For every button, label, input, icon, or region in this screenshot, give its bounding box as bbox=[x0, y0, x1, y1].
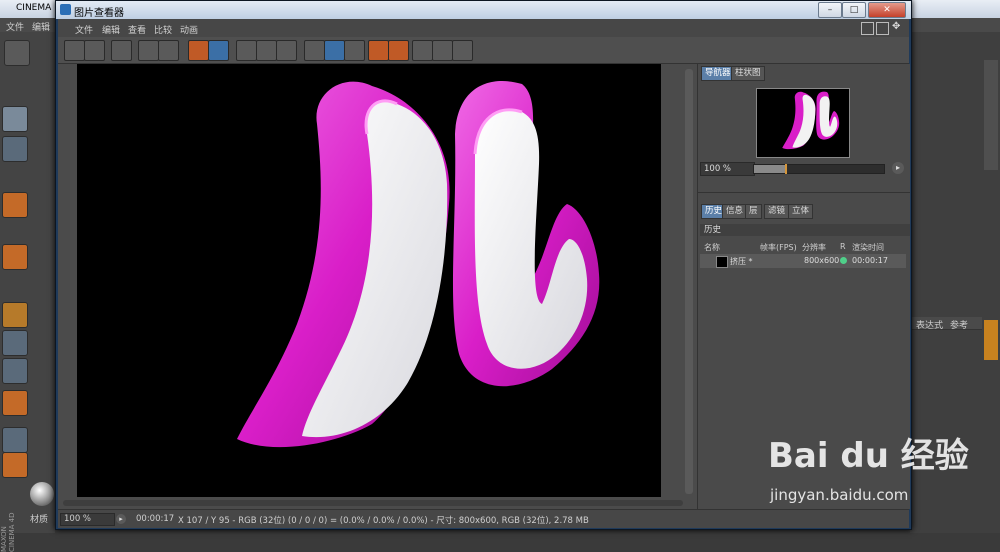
vertical-tab-strip[interactable] bbox=[984, 60, 998, 170]
history-row[interactable]: 挤压 * 800x600 00:00:17 bbox=[700, 254, 906, 268]
viewer-toolbar bbox=[58, 37, 909, 64]
cube-icon[interactable] bbox=[2, 106, 28, 132]
history-row-name: 挤压 * bbox=[730, 257, 753, 266]
history-row-resolution: 800x600 bbox=[804, 256, 840, 265]
snap-icon[interactable] bbox=[2, 358, 28, 384]
render-icon[interactable] bbox=[188, 40, 209, 61]
maxon-logo: MAXON CINEMA 4D bbox=[0, 512, 16, 552]
polygon-icon[interactable] bbox=[2, 136, 28, 162]
close-button[interactable]: ✕ bbox=[868, 2, 906, 18]
tab-expression[interactable]: 表达式 bbox=[916, 318, 943, 331]
swap-icon[interactable] bbox=[452, 40, 473, 61]
viewer-title: 图片查看器 bbox=[74, 8, 124, 19]
status-time: 00:00:17 bbox=[136, 514, 175, 524]
ab-alt-icon[interactable] bbox=[344, 40, 365, 61]
zoom-arrow-icon[interactable]: ▸ bbox=[892, 162, 904, 174]
tab-layers[interactable]: 层 bbox=[745, 204, 762, 219]
move-icon[interactable]: ✥ bbox=[892, 21, 900, 32]
lock-icon[interactable] bbox=[2, 427, 28, 453]
status-dot-icon bbox=[840, 257, 847, 264]
tab-reference[interactable]: 参考 bbox=[950, 318, 968, 331]
history-column-headers: 名称 帧率(FPS) 分辨率 R 渲染时间 bbox=[700, 240, 906, 252]
navigator-zoom-slider[interactable] bbox=[753, 164, 885, 174]
navigator-thumbnail[interactable] bbox=[756, 88, 850, 158]
frame-alt-icon[interactable] bbox=[256, 40, 277, 61]
mouse-icon[interactable] bbox=[2, 330, 28, 356]
status-zoom-field[interactable]: 100 % bbox=[60, 513, 115, 526]
save-icon[interactable] bbox=[84, 40, 105, 61]
render-canvas[interactable] bbox=[77, 64, 661, 497]
watermark: Bai du 经验 jingyan.baidu.com bbox=[768, 428, 988, 508]
vertical-tab-active[interactable] bbox=[984, 320, 998, 360]
material-ball[interactable] bbox=[30, 482, 54, 506]
col-r[interactable]: R bbox=[840, 242, 846, 251]
horizontal-scrollbar[interactable] bbox=[63, 500, 683, 506]
split-h-icon[interactable] bbox=[412, 40, 433, 61]
gear-icon[interactable] bbox=[2, 452, 28, 478]
menu-file[interactable]: 文件 bbox=[75, 23, 93, 36]
viewer-titlebar[interactable]: 图片查看器 – □ ✕ bbox=[56, 1, 911, 19]
rendered-3d-text bbox=[237, 81, 600, 448]
stereo-icon[interactable] bbox=[276, 40, 297, 61]
frame-icon[interactable] bbox=[236, 40, 257, 61]
history-title: 历史 bbox=[700, 224, 910, 236]
object-icon[interactable] bbox=[2, 192, 28, 218]
side-tabs: 表达式 参考 bbox=[910, 317, 982, 331]
vertical-scrollbar[interactable] bbox=[685, 69, 693, 494]
box-icon[interactable] bbox=[2, 244, 28, 270]
watermark-logo: Bai du 经验 bbox=[768, 436, 969, 476]
history-thumb-icon bbox=[716, 256, 728, 268]
menu-animation[interactable]: 动画 bbox=[180, 23, 198, 36]
status-bar: 100 % ▸ 00:00:17 X 107 / Y 95 - RGB (32位… bbox=[58, 509, 909, 528]
tab-histogram[interactable]: 柱状图 bbox=[731, 66, 765, 81]
set-b-icon[interactable] bbox=[388, 40, 409, 61]
history-row-render-time: 00:00:17 bbox=[852, 256, 888, 265]
axis-icon[interactable] bbox=[2, 302, 28, 328]
menu-edit[interactable]: 编辑 bbox=[102, 23, 120, 36]
menu-compare[interactable]: 比较 bbox=[154, 23, 172, 36]
layout-icon[interactable] bbox=[861, 22, 874, 35]
compare-icon[interactable] bbox=[304, 40, 325, 61]
app-left-toolbar: MAXON CINEMA 4D 材质 bbox=[0, 32, 55, 552]
maximize-button[interactable]: □ bbox=[842, 2, 866, 18]
status-arrow-icon[interactable]: ▸ bbox=[116, 514, 126, 524]
open-icon[interactable] bbox=[64, 40, 85, 61]
panel-divider bbox=[698, 192, 910, 193]
col-resolution[interactable]: 分辨率 bbox=[802, 242, 826, 253]
tab-stereo[interactable]: 立体 bbox=[788, 204, 814, 219]
status-info: X 107 / Y 95 - RGB (32位) (0 / 0 / 0) = (… bbox=[178, 516, 589, 526]
undo-icon[interactable] bbox=[4, 40, 30, 66]
zoom-slider-fill bbox=[754, 165, 786, 173]
minimize-button[interactable]: – bbox=[818, 2, 842, 18]
col-fps[interactable]: 帧率(FPS) bbox=[760, 242, 797, 253]
set-a-icon[interactable] bbox=[368, 40, 389, 61]
render-region-icon[interactable] bbox=[208, 40, 229, 61]
col-render-time[interactable]: 渲染时间 bbox=[852, 242, 884, 253]
tab-navigator[interactable]: 导航器 bbox=[701, 66, 735, 81]
tab-filter[interactable]: 滤镜 bbox=[764, 204, 790, 219]
magnet-icon[interactable] bbox=[2, 390, 28, 416]
viewer-app-icon bbox=[60, 4, 71, 15]
navigator-zoom-row: 100 % ▸ bbox=[698, 162, 910, 176]
user-icon[interactable] bbox=[158, 40, 179, 61]
material-label: 材质 bbox=[30, 515, 49, 525]
watermark-url: jingyan.baidu.com bbox=[770, 486, 909, 504]
split-v-icon[interactable] bbox=[432, 40, 453, 61]
tab-info[interactable]: 信息 bbox=[722, 204, 748, 219]
col-name[interactable]: 名称 bbox=[704, 242, 720, 253]
navigator-zoom-field[interactable]: 100 % bbox=[700, 162, 755, 176]
thumbnail-image bbox=[782, 91, 840, 150]
app-title: CINEMA bbox=[16, 3, 52, 13]
menu-view[interactable]: 查看 bbox=[128, 23, 146, 36]
grid-icon[interactable] bbox=[111, 40, 132, 61]
crop-icon[interactable] bbox=[138, 40, 159, 61]
expand-icon[interactable] bbox=[876, 22, 889, 35]
viewer-menubar: 文件 编辑 查看 比较 动画 ✥ bbox=[58, 19, 909, 37]
zoom-slider-knob[interactable] bbox=[785, 164, 788, 174]
ab-icon[interactable] bbox=[324, 40, 345, 61]
